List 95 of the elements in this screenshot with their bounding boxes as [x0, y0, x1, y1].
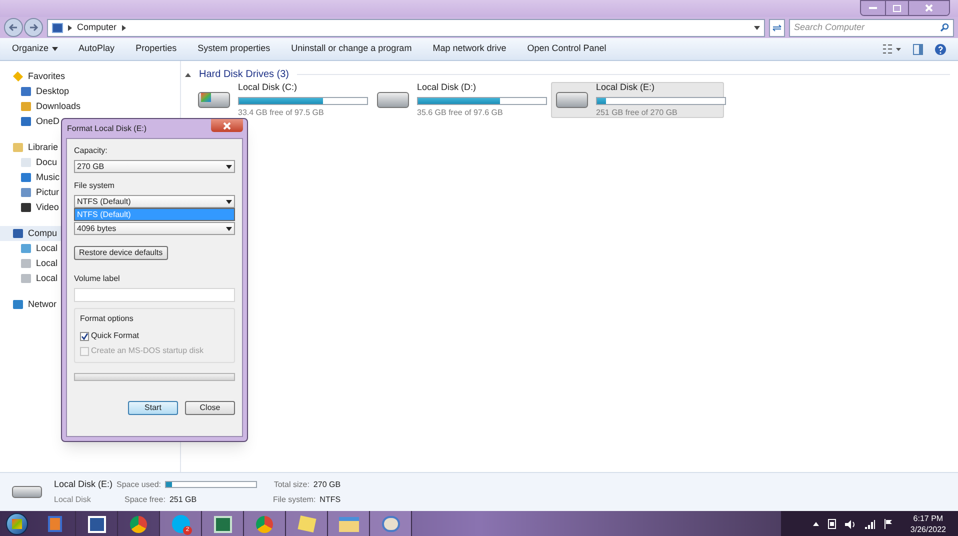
taskbar-button[interactable]	[328, 511, 370, 536]
breadcrumb-item[interactable]: Computer	[77, 20, 117, 34]
flag-icon[interactable]	[884, 519, 894, 529]
dropdown-arrow-icon	[226, 198, 232, 204]
browser-icon	[130, 516, 147, 532]
section-heading: Hard Disk Drives (3)	[199, 68, 290, 82]
dialog-button[interactable]: Close	[185, 401, 235, 415]
field-value: 251 GB	[169, 494, 197, 506]
device-icon[interactable]	[828, 519, 836, 529]
address-bar[interactable]: Computer	[47, 18, 765, 36]
toolbar-button[interactable]: AutoPlay	[78, 42, 115, 56]
refresh-button[interactable]	[769, 18, 785, 36]
caret-icon	[52, 46, 58, 52]
collapse-arrow-icon[interactable]	[185, 72, 191, 78]
restore-defaults-button[interactable]: Restore device defaults	[74, 246, 168, 260]
drive-free-space: 251 GB free of 270 GB	[596, 106, 678, 119]
drive-tile[interactable]: Local Disk (D:) 35.6 GB free of 97.6 GB	[372, 82, 545, 118]
breadcrumb-arrow-icon[interactable]	[67, 24, 73, 30]
sticky-note-icon	[297, 516, 316, 532]
start-button[interactable]	[6, 513, 28, 535]
toolbar-button[interactable]: Map network drive	[432, 42, 506, 56]
sidebar-item[interactable]: OneD	[36, 114, 60, 128]
drive-name: Local Disk (E:)	[596, 81, 656, 94]
dropdown-arrow-icon[interactable]	[754, 24, 760, 30]
view-options-icon[interactable]	[883, 44, 901, 54]
drive-free-space: 33.4 GB free of 97.5 GB	[238, 106, 325, 119]
taskbar-button[interactable]	[244, 511, 286, 536]
checkbox[interactable]	[80, 332, 89, 340]
arrows-icon	[772, 24, 782, 32]
clock[interactable]: 6:17 PM 3/26/2022	[910, 513, 946, 535]
drive-tile[interactable]: Local Disk (E:) 251 GB free of 270 GB	[551, 82, 724, 118]
drive-free-space: 35.6 GB free of 97.6 GB	[417, 106, 504, 119]
sidebar-item[interactable]: Local	[36, 256, 58, 270]
dropdown[interactable]: 4096 bytes	[74, 222, 235, 235]
field-label: Capacity:	[74, 145, 108, 157]
drive-name: Local Disk (E:)	[54, 478, 113, 491]
volume-label-field[interactable]	[74, 288, 235, 302]
taskbar-button[interactable]	[370, 511, 412, 536]
preview-pane-icon[interactable]	[913, 44, 923, 54]
help-icon[interactable]	[935, 44, 946, 54]
folder-icon	[338, 516, 358, 532]
field-label: Space used:	[116, 478, 161, 490]
toolbar-button[interactable]: System properties	[198, 42, 270, 56]
maximize-button[interactable]	[885, 1, 909, 15]
sidebar-item[interactable]: Networ	[28, 298, 57, 312]
back-button[interactable]	[4, 18, 23, 37]
checkbox-label: Create an MS-DOS startup disk	[91, 345, 204, 357]
field-label: File system	[74, 180, 116, 192]
checkbox-label: Quick Format	[91, 330, 140, 342]
dialog-title: Format Local Disk (E:)	[67, 122, 147, 134]
close-icon	[222, 120, 232, 130]
drive-name: Local Disk (C:)	[238, 81, 298, 94]
sidebar-item[interactable]: Desktop	[36, 84, 70, 98]
dropdown-arrow-icon	[226, 164, 232, 170]
sidebar-item[interactable]: Librarie	[28, 140, 58, 154]
field-label: Space free:	[124, 494, 166, 506]
toolbar-button[interactable]: Organize	[12, 42, 58, 56]
field-label: Total size:	[274, 478, 310, 490]
close-icon	[924, 3, 934, 13]
toolbar-button[interactable]: Properties	[136, 42, 177, 56]
field-value: NTFS	[320, 494, 341, 506]
sidebar-item[interactable]: Favorites	[28, 70, 66, 84]
check-icon	[81, 332, 88, 340]
breadcrumb-arrow-icon[interactable]	[120, 24, 127, 30]
group-title: Format options	[80, 313, 134, 325]
speaker-icon[interactable]	[845, 520, 856, 528]
drive-tile[interactable]: Local Disk (C:) 33.4 GB free of 97.5 GB	[193, 82, 366, 118]
sidebar-item[interactable]: Downloads	[36, 100, 81, 114]
signal-icon[interactable]	[865, 520, 876, 528]
taskbar-button[interactable]	[286, 511, 328, 536]
dropdown[interactable]: NTFS (Default)	[74, 195, 235, 208]
field-label: File system:	[273, 494, 316, 506]
show-hidden-icons-icon[interactable]	[813, 521, 820, 527]
sidebar-item[interactable]: Local	[36, 272, 58, 286]
drive-name: Local Disk (D:)	[417, 81, 478, 94]
search-placeholder: Search Computer	[794, 20, 865, 34]
close-button[interactable]	[211, 119, 243, 132]
sidebar-item[interactable]: Local	[36, 242, 58, 256]
field-label: Volume label	[74, 273, 121, 285]
drive-type: Local Disk	[54, 494, 92, 506]
sidebar-item[interactable]: Pictur	[36, 186, 60, 200]
dialog-button[interactable]: Start	[128, 401, 178, 415]
taskbar-button[interactable]	[202, 511, 244, 536]
sidebar-item[interactable]: Video	[36, 200, 59, 214]
sidebar-item[interactable]: Docu	[36, 156, 58, 170]
dropdown[interactable]: 270 GB	[74, 160, 235, 173]
search-icon[interactable]	[940, 23, 949, 32]
field-value: 270 GB	[313, 478, 341, 490]
dropdown-arrow-icon	[226, 226, 232, 232]
forward-button[interactable]	[24, 18, 43, 37]
toolbar-button[interactable]: Uninstall or change a program	[291, 42, 412, 56]
browser-icon	[256, 516, 273, 532]
windows-drive-icon	[198, 92, 230, 108]
toolbar-button[interactable]: Open Control Panel	[527, 42, 606, 56]
sidebar-item[interactable]: Music	[36, 170, 60, 184]
